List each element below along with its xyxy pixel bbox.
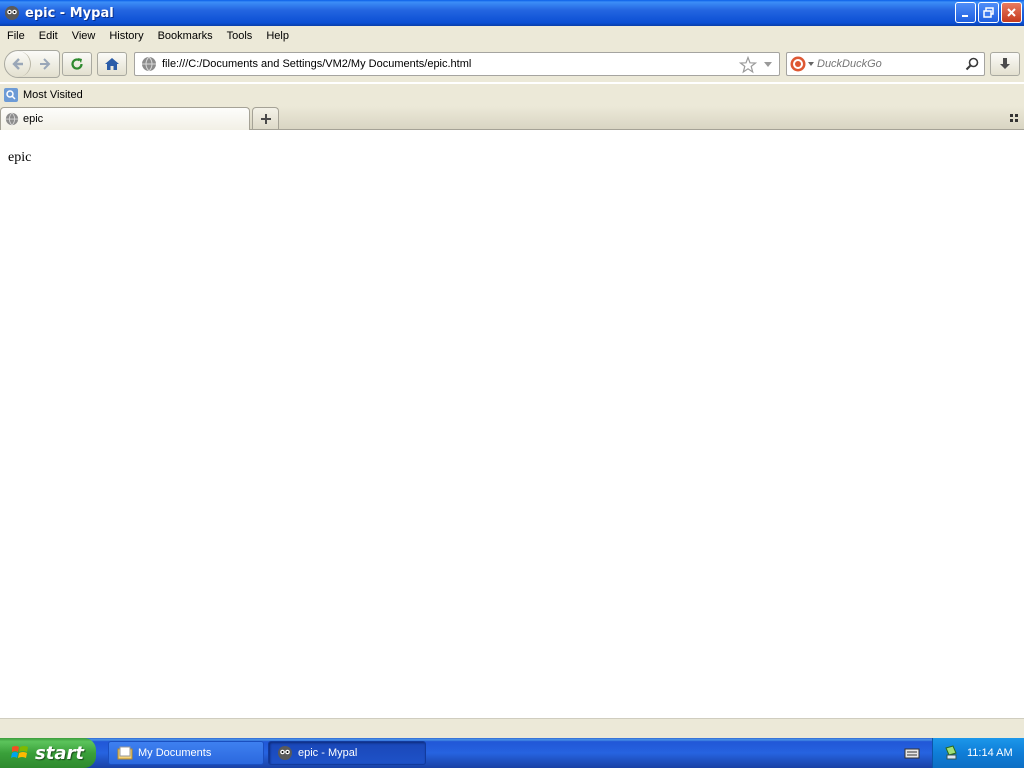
keyboard-icon[interactable] <box>904 746 920 760</box>
download-icon <box>1000 58 1010 69</box>
forward-button[interactable] <box>31 51 59 77</box>
forward-arrow-icon <box>40 58 51 70</box>
bookmarks-toolbar: Most Visited <box>0 84 1024 106</box>
bookmark-star-icon[interactable] <box>739 56 757 74</box>
clock[interactable]: 11:14 AM <box>967 747 1013 759</box>
tab-strip: epic <box>0 106 1024 130</box>
search-input[interactable] <box>817 58 957 70</box>
address-bar[interactable]: file:///C:/Documents and Settings/VM2/My… <box>134 52 780 76</box>
minimize-button[interactable] <box>955 2 976 23</box>
taskbar-item-mypal[interactable]: epic - Mypal <box>268 741 426 765</box>
folder-icon <box>117 746 133 760</box>
mypal-app-icon[interactable] <box>4 5 20 21</box>
close-button[interactable] <box>1001 2 1022 23</box>
reload-icon <box>71 58 83 70</box>
title-bar: epic - Mypal <box>0 0 1024 26</box>
url-text[interactable]: file:///C:/Documents and Settings/VM2/My… <box>162 58 471 70</box>
duckduckgo-icon <box>790 56 806 72</box>
mypal-app-icon <box>278 746 292 760</box>
list-all-tabs-icon[interactable] <box>1008 112 1020 124</box>
menu-bookmarks[interactable]: Bookmarks <box>151 30 220 42</box>
bookmark-label: Most Visited <box>23 89 83 101</box>
windows-logo-icon <box>11 746 28 758</box>
home-icon <box>105 58 119 70</box>
window-title: epic - Mypal <box>25 5 114 21</box>
back-button[interactable] <box>5 51 31 77</box>
chevron-down-icon <box>808 62 814 66</box>
taskbar-item-label: My Documents <box>138 747 212 759</box>
search-engine-selector[interactable] <box>787 53 817 75</box>
start-button[interactable]: start <box>0 738 96 768</box>
plus-icon <box>260 113 271 124</box>
menu-bar: File Edit View History Bookmarks Tools H… <box>0 26 1024 46</box>
start-label: start <box>35 742 84 764</box>
taskbar-item-label: epic - Mypal <box>298 747 358 759</box>
restore-button[interactable] <box>978 2 999 23</box>
search-icon[interactable] <box>965 57 979 71</box>
tab-label: epic <box>23 113 44 125</box>
downloads-button[interactable] <box>990 52 1020 76</box>
home-button[interactable] <box>97 52 127 76</box>
status-bar <box>0 718 1024 738</box>
menu-tools[interactable]: Tools <box>220 30 260 42</box>
system-tray: 11:14 AM <box>932 738 1024 768</box>
taskbar-item-my-documents[interactable]: My Documents <box>108 741 264 765</box>
menu-edit[interactable]: Edit <box>32 30 65 42</box>
tab-epic[interactable]: epic <box>0 107 250 130</box>
search-bar <box>786 52 985 76</box>
menu-help[interactable]: Help <box>259 30 296 42</box>
menu-file[interactable]: File <box>0 30 32 42</box>
globe-icon <box>142 56 156 72</box>
globe-icon <box>5 112 19 126</box>
back-arrow-icon <box>11 58 23 70</box>
network-icon[interactable] <box>943 745 959 761</box>
menu-history[interactable]: History <box>102 30 150 42</box>
back-forward-group <box>4 50 60 78</box>
bookmark-most-visited[interactable]: Most Visited <box>3 87 83 103</box>
page-body-text: epic <box>8 150 32 165</box>
reload-button[interactable] <box>62 52 92 76</box>
page-content: epic <box>0 130 1024 718</box>
new-tab-button[interactable] <box>252 107 279 129</box>
most-visited-folder-icon <box>4 88 18 102</box>
menu-view[interactable]: View <box>65 30 103 42</box>
url-history-dropdown-icon[interactable] <box>763 58 773 70</box>
taskbar: start My Documents epic - Mypal 11:14 AM <box>0 738 1024 768</box>
